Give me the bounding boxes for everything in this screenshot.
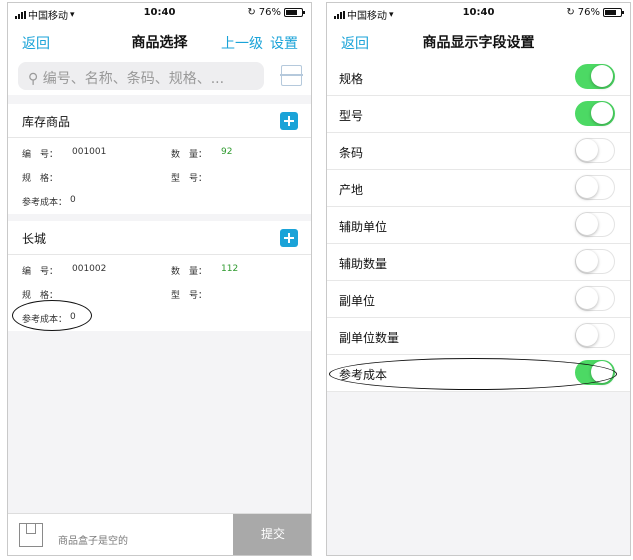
empty-box-text: 商品盒子是空的 <box>58 536 128 547</box>
field-list: 规格 型号 条码 产地 辅助单位 辅助数量 副单位 副单位数量 参考成本 <box>327 59 630 392</box>
product-name: 长城 <box>22 232 47 246</box>
field-toggle[interactable] <box>575 101 615 126</box>
toggle-knob <box>591 102 613 124</box>
detail-row: 规 格： 型 号： <box>8 164 311 188</box>
spec-label: 规 格： <box>22 174 59 184</box>
annotation-ellipse <box>12 300 92 331</box>
field-label: 辅助单位 <box>339 220 388 234</box>
field-toggle[interactable] <box>575 64 615 89</box>
page-title: 商品选择 <box>131 35 188 51</box>
product-name: 库存商品 <box>22 115 71 129</box>
add-icon[interactable] <box>280 112 298 130</box>
box-icon[interactable] <box>19 523 43 547</box>
field-label: 规格 <box>339 72 364 86</box>
field-toggle[interactable] <box>575 212 615 237</box>
bottom-bar: 商品盒子是空的 提交 <box>8 513 311 555</box>
toggle-knob <box>591 65 613 87</box>
code-value: 001001 <box>72 147 107 157</box>
field-toggle[interactable] <box>575 286 615 311</box>
qty-label: 数 量： <box>171 267 208 277</box>
field-row: 规格 <box>327 59 630 96</box>
toggle-knob <box>576 287 598 309</box>
toggle-knob <box>576 213 598 235</box>
search-placeholder: 编号、名称、条码、规格、... <box>42 71 225 87</box>
code-value: 001002 <box>72 264 107 274</box>
status-bar: 中国移动 ▾ 10:40 ↻ 76% <box>8 3 311 23</box>
detail-row: 参考成本： 0 <box>8 188 311 214</box>
field-toggle[interactable] <box>575 138 615 163</box>
qty-value: 112 <box>221 264 239 274</box>
field-row: 辅助单位 <box>327 207 630 244</box>
rotation-lock-icon: ↻ <box>247 7 256 18</box>
page-title: 商品显示字段设置 <box>422 35 535 51</box>
field-toggle[interactable] <box>575 323 615 348</box>
cost-value: 0 <box>70 195 76 205</box>
model-label: 型 号： <box>171 174 208 184</box>
submit-button[interactable]: 提交 <box>233 514 311 555</box>
annotation-ellipse <box>329 358 617 390</box>
code-label: 编 号： <box>22 267 59 277</box>
field-row: 产地 <box>327 170 630 207</box>
toggle-knob <box>576 176 598 198</box>
detail-row: 编 号： 001002 数 量： 112 <box>8 257 311 281</box>
product-group: 库存商品 编 号： 001001 数 量： 92 规 格： 型 号： 参考成本：… <box>8 104 311 214</box>
field-row: 型号 <box>327 96 630 133</box>
field-row: 副单位数量 <box>327 318 630 355</box>
field-toggle[interactable] <box>575 249 615 274</box>
product-group-header[interactable]: 长城 <box>8 221 311 255</box>
field-row: 辅助数量 <box>327 244 630 281</box>
search-bar: ⚲ 编号、名称、条码、规格、... <box>8 59 311 95</box>
toggle-knob <box>576 139 598 161</box>
battery-icon <box>284 8 305 17</box>
detail-row: 编 号： 001001 数 量： 92 <box>8 140 311 164</box>
nav-bar: 返回 商品选择 上一级 设置 <box>8 23 311 59</box>
field-label: 条码 <box>339 146 364 160</box>
field-row: 副单位 <box>327 281 630 318</box>
battery-percent: 76% <box>577 7 600 18</box>
add-icon[interactable] <box>280 229 298 247</box>
qty-value: 92 <box>221 147 233 157</box>
product-group-header[interactable]: 库存商品 <box>8 104 311 138</box>
up-level-button[interactable]: 上一级 <box>221 33 263 53</box>
toggle-knob <box>576 324 598 346</box>
field-label: 副单位 <box>339 294 376 308</box>
search-icon: ⚲ <box>28 71 39 87</box>
field-settings-screen: 中国移动 ▾ 10:40 ↻ 76% 返回 商品显示字段设置 规格型号条码产地辅… <box>326 2 631 556</box>
barcode-scan-icon[interactable] <box>280 65 303 86</box>
search-input[interactable]: ⚲ 编号、名称、条码、规格、... <box>18 62 264 90</box>
field-label: 产地 <box>339 183 364 197</box>
battery-percent: 76% <box>258 7 281 18</box>
model-label: 型 号： <box>171 291 208 301</box>
battery-icon <box>603 8 624 17</box>
cost-label: 参考成本： <box>22 198 68 208</box>
field-label: 辅助数量 <box>339 257 388 271</box>
code-label: 编 号： <box>22 150 59 160</box>
nav-bar: 返回 商品显示字段设置 <box>327 23 630 59</box>
field-toggle[interactable] <box>575 175 615 200</box>
settings-button[interactable]: 设置 <box>270 33 298 53</box>
field-label: 副单位数量 <box>339 331 400 345</box>
field-label: 型号 <box>339 109 364 123</box>
toggle-knob <box>576 250 598 272</box>
field-row: 条码 <box>327 133 630 170</box>
rotation-lock-icon: ↻ <box>566 7 575 18</box>
status-bar: 中国移动 ▾ 10:40 ↻ 76% <box>327 3 630 23</box>
qty-label: 数 量： <box>171 150 208 160</box>
product-select-screen: 中国移动 ▾ 10:40 ↻ 76% 返回 商品选择 上一级 设置 ⚲ 编号、名… <box>7 2 312 556</box>
